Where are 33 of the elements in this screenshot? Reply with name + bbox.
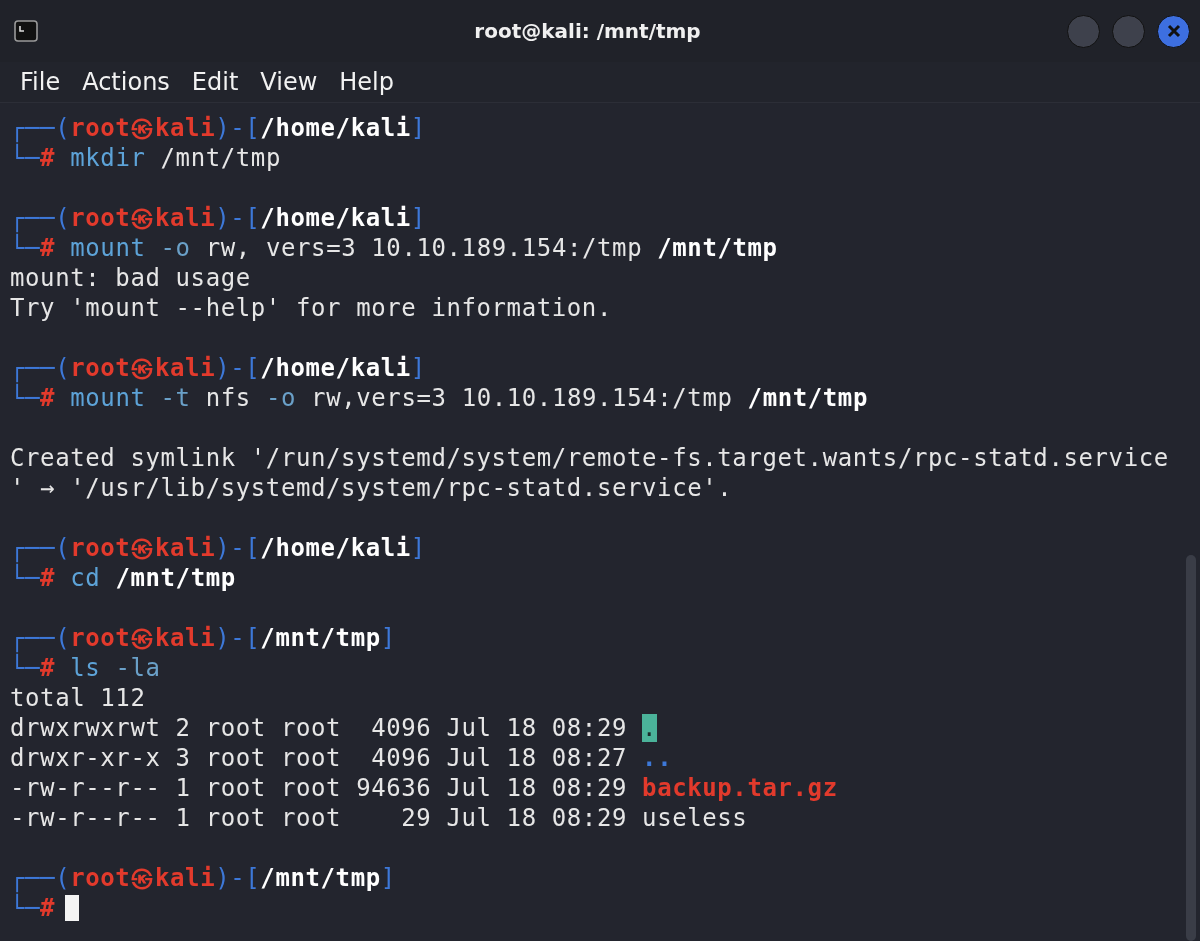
prompt-line: ┌──(root㉿kali)-[/mnt/tmp] — [10, 623, 396, 653]
menu-item[interactable]: View — [252, 68, 326, 96]
prompt-line: ┌──(root㉿kali)-[/home/kali] — [10, 533, 426, 563]
file-listing-line: -rw-r--r-- 1 root root 94636 Jul 18 08:29 backup.tar.gz — [10, 773, 838, 803]
command-line: └─# — [10, 893, 56, 923]
menu-item[interactable]: Edit — [183, 68, 247, 96]
output-line: mount: bad usage — [10, 263, 251, 293]
file-listing-line: drwxr-xr-x 3 root root 4096 Jul 18 08:27 .. — [10, 743, 673, 773]
command-line: └─# mkdir /mnt/tmp — [10, 143, 281, 173]
command-line: └─# mount -t nfs -o rw,vers=3 10.10.189.154:/tmp /mnt/tmp — [10, 383, 868, 413]
output-line: Try 'mount --help' for more information. — [10, 293, 612, 323]
output-line: ' → '/usr/lib/systemd/system/rpc-statd.service'. — [10, 473, 733, 503]
close-button[interactable] — [1157, 14, 1190, 48]
menu-item[interactable]: File — [12, 68, 69, 96]
command-line: └─# cd /mnt/tmp — [10, 563, 236, 593]
terminal-icon — [14, 19, 38, 43]
prompt-line: ┌──(root㉿kali)-[/home/kali] — [10, 353, 426, 383]
command-line: └─# ls -la — [10, 653, 161, 683]
file-listing-line: drwxrwxrwt 2 root root 4096 Jul 18 08:29 . — [10, 713, 658, 743]
scrollbar[interactable] — [1186, 555, 1196, 941]
prompt-line: ┌──(root㉿kali)-[/home/kali] — [10, 113, 426, 143]
output-line: total 112 — [10, 683, 146, 713]
window-title: root@kali: /mnt/tmp — [474, 19, 701, 43]
prompt-line: ┌──(root㉿kali)-[/home/kali] — [10, 203, 426, 233]
command-line: └─# mount -o rw, vers=3 10.10.189.154:/tmp /mnt/tmp — [10, 233, 778, 263]
maximize-button[interactable] — [1112, 14, 1145, 48]
file-listing-line: -rw-r--r-- 1 root root 29 Jul 18 08:29 useless — [10, 803, 748, 833]
menu-item[interactable]: Help — [331, 68, 402, 96]
output-line: Created symlink '/run/systemd/system/remote-fs.target.wants/rpc-statd.service — [10, 443, 1169, 473]
prompt-line: ┌──(root㉿kali)-[/mnt/tmp] — [10, 863, 396, 893]
close-icon — [1165, 23, 1182, 39]
minimize-button[interactable] — [1067, 14, 1100, 48]
menu-item[interactable]: Actions — [74, 68, 178, 96]
